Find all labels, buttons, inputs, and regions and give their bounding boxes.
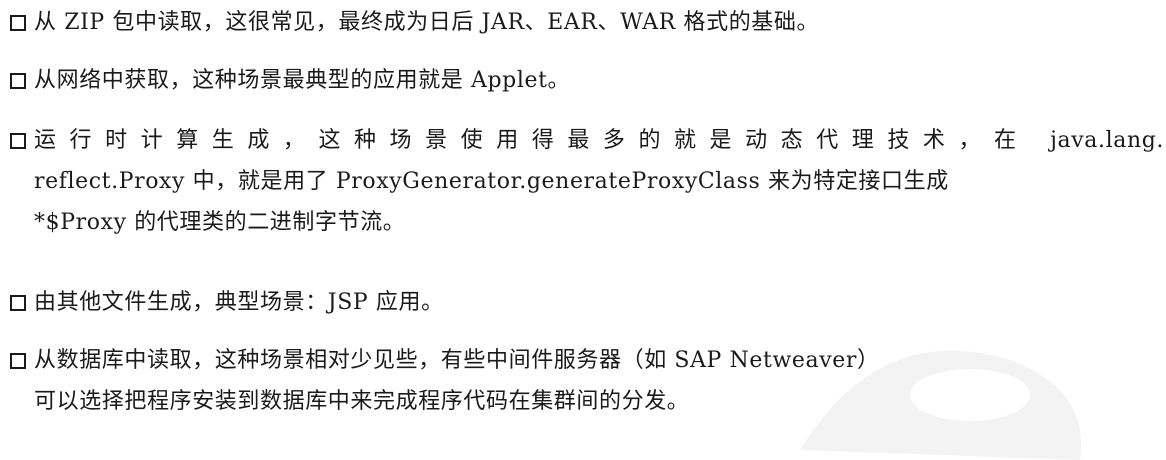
hollow-square-bullet-icon — [10, 133, 26, 149]
hollow-square-bullet-icon — [10, 15, 26, 31]
list-item-text: 运行时计算生成，这种场景使用得最多的就是动态代理技术，在 java.lang. — [34, 128, 1164, 153]
hollow-square-bullet-icon — [10, 295, 26, 311]
list-item-text: 从 ZIP 包中读取，这很常见，最终成为日后 JAR、EAR、WAR 格式的基础… — [34, 10, 820, 35]
list-item-text: 从数据库中读取，这种场景相对少见些，有些中间件服务器（如 SAP Netweav… — [34, 348, 880, 373]
list-item-text: 从网络中获取，这种场景最典型的应用就是 Applet。 — [34, 68, 571, 93]
list-item: 从数据库中读取，这种场景相对少见些，有些中间件服务器（如 SAP Netweav… — [0, 340, 1164, 422]
list-item-text: 可以选择把程序安装到数据库中来完成程序代码在集群间的分发。 — [34, 389, 690, 414]
page: 从 ZIP 包中读取，这很常见，最终成为日后 JAR、EAR、WAR 格式的基础… — [0, 0, 1166, 460]
hollow-square-bullet-icon — [10, 353, 26, 369]
list-item-text: 由其他文件生成，典型场景：JSP 应用。 — [34, 290, 444, 315]
list-item-text: reflect.Proxy 中，就是用了 ProxyGenerator.gene… — [34, 169, 949, 194]
list-item: 从网络中获取，这种场景最典型的应用就是 Applet。 — [0, 60, 1164, 101]
list-item-text: *$Proxy 的代理类的二进制字节流。 — [34, 210, 406, 235]
hollow-square-bullet-icon — [10, 73, 26, 89]
list-item: 从 ZIP 包中读取，这很常见，最终成为日后 JAR、EAR、WAR 格式的基础… — [0, 2, 1164, 43]
list-item: 运行时计算生成，这种场景使用得最多的就是动态代理技术，在 java.lang. … — [0, 120, 1164, 243]
list-item: 由其他文件生成，典型场景：JSP 应用。 — [0, 282, 1164, 323]
